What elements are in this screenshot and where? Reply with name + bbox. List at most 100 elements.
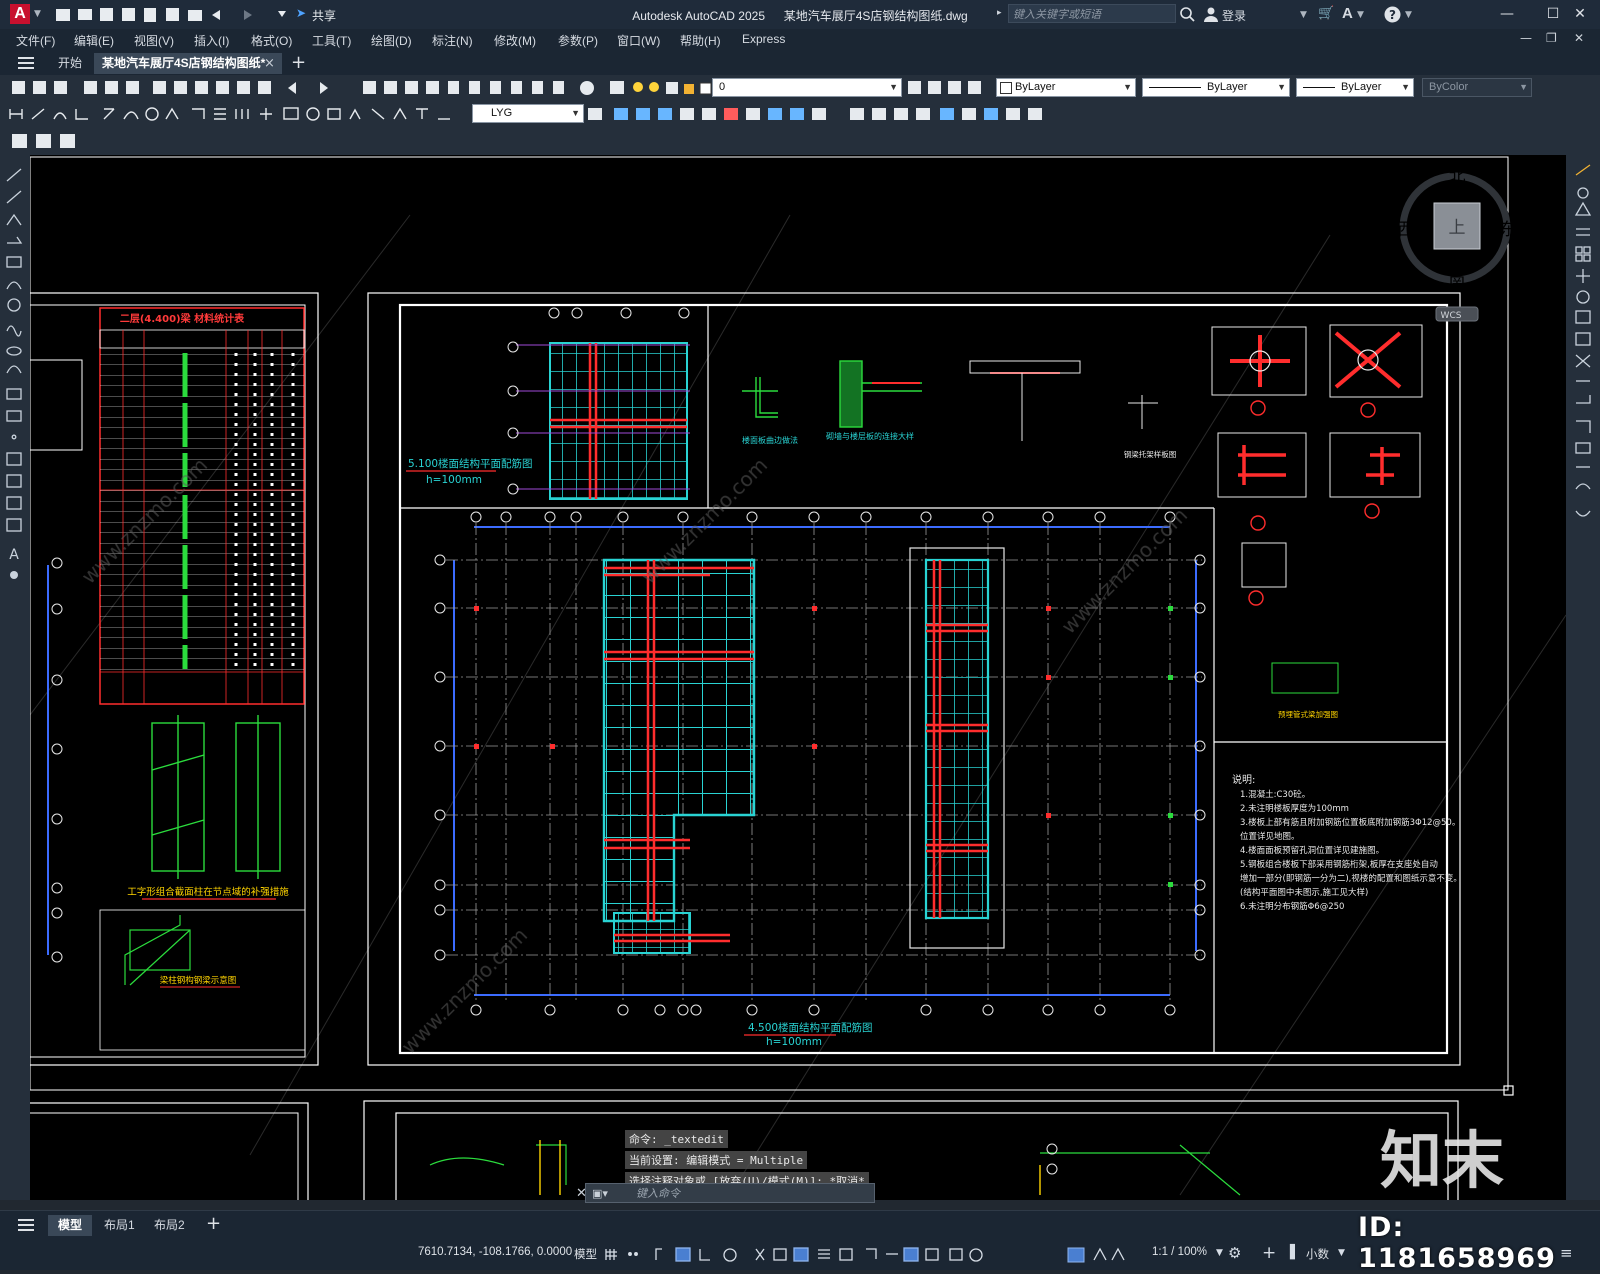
viewcube[interactable]: 上 北 南 西 东 WCS <box>1398 167 1517 322</box>
linetype-sample-icon <box>1149 87 1201 88</box>
drawing-canvas[interactable]: 二层(4.400)梁 材料统计表 工字形组合截面柱在节点域的补强措施 梁柱钢构钢… <box>30 155 1566 1200</box>
saveall-icon <box>166 8 179 21</box>
menu-dimension[interactable]: 标注(N) <box>432 32 473 49</box>
units-chevron-icon[interactable]: ▼ <box>1338 1248 1345 1258</box>
tab-layout2[interactable]: 布局2 <box>144 1215 195 1236</box>
tab-close-icon[interactable]: × <box>264 56 275 71</box>
note-line: 位置详见地图。 <box>1240 831 1300 842</box>
detail-title-1: 工字形组合截面柱在节点域的补强措施 <box>127 886 289 898</box>
viewcube-west: 西 <box>1398 220 1415 240</box>
dimension-toolbar-icons[interactable] <box>8 105 468 123</box>
login-label[interactable]: 登录 <box>1222 7 1246 24</box>
node-details: 预埋管式梁加强图 <box>1211 324 1423 719</box>
detail-label-a: 楼面板曲边做法 <box>742 435 798 445</box>
dimstyle-dropdown[interactable]: LYG ▼ <box>472 104 584 123</box>
menu-parametric[interactable]: 参数(P) <box>558 32 598 49</box>
search-input[interactable]: 键入关键字或短语 <box>1008 4 1176 23</box>
tab-start[interactable]: 开始 <box>50 53 90 74</box>
command-input[interactable]: ▣▾ 键入命令 <box>585 1183 875 1203</box>
linetype-value: ByLayer <box>1207 81 1248 93</box>
menu-window[interactable]: 窗口(W) <box>617 32 660 49</box>
drafting-toggles[interactable] <box>604 1246 1104 1263</box>
scale-chevron-icon[interactable]: ▼ <box>1216 1248 1223 1258</box>
tab-model[interactable]: 模型 <box>48 1215 93 1236</box>
add-layout-button[interactable]: + <box>206 1213 221 1234</box>
layer-state-icons[interactable] <box>906 79 982 97</box>
plotstyle-dropdown-chevron-icon: ▼ <box>1519 82 1528 92</box>
share-label[interactable]: 共享 <box>312 7 336 24</box>
menu-tools[interactable]: 工具(T) <box>312 32 351 49</box>
tab-layout1[interactable]: 布局1 <box>94 1215 145 1236</box>
annotation-scale-icons[interactable] <box>1066 1246 1126 1263</box>
autocad-logo-icon[interactable]: A <box>10 4 30 24</box>
menu-insert[interactable]: 插入(I) <box>194 32 229 49</box>
detail-label-b: 砌墙与楼层板的连接大样 <box>826 431 914 441</box>
quick-access-toolbar <box>56 8 286 22</box>
help-icon[interactable]: ? <box>1384 6 1401 23</box>
modify-tool-icons[interactable] <box>1574 163 1594 533</box>
menu-help[interactable]: 帮助(H) <box>680 32 721 49</box>
color-dropdown[interactable]: ByLayer ▼ <box>996 78 1136 97</box>
search-icon[interactable] <box>1180 7 1196 23</box>
minimize-button[interactable]: — <box>1484 0 1530 29</box>
brand-watermark: 知末 <box>1380 1124 1505 1197</box>
help-caret-icon[interactable]: ▼ <box>1405 10 1412 20</box>
annotation-monitor-icon[interactable]: + <box>1262 1243 1276 1263</box>
redo-icon <box>244 10 252 20</box>
units-dropdown[interactable]: 小数 <box>1306 1246 1329 1262</box>
hamburger-menu-icon[interactable] <box>18 57 34 69</box>
detail-title-2: 梁柱钢构钢梁示意图 <box>160 975 237 986</box>
doc-close-button[interactable]: ✕ <box>1574 31 1584 45</box>
publish-icon <box>144 8 156 22</box>
app-menu-caret-icon[interactable]: ▼ <box>34 9 41 19</box>
undo-icon <box>212 10 220 20</box>
lineweight-dropdown[interactable]: ByLayer ▼ <box>1296 78 1414 97</box>
model-space-toggle[interactable]: 模型 <box>574 1246 597 1262</box>
autodesk-a360-icon[interactable]: A <box>1342 5 1353 22</box>
linetype-dropdown[interactable]: ByLayer ▼ <box>1142 78 1290 97</box>
doc-restore-button[interactable]: ❐ <box>1546 31 1557 45</box>
menu-express[interactable]: Express <box>742 32 785 46</box>
annotation-scale-dropdown[interactable]: 1:1 / 100% <box>1152 1246 1207 1258</box>
draw-tool-icons[interactable]: A <box>4 165 26 585</box>
workspace-gear-icon[interactable]: ⚙ <box>1228 1244 1241 1262</box>
menu-modify[interactable]: 修改(M) <box>494 32 536 49</box>
menu-format[interactable]: 格式(O) <box>251 32 292 49</box>
tab-active-drawing[interactable]: 某地汽车展厅4S店钢结构图纸* <box>94 53 282 74</box>
sheet-lower-main <box>363 1100 1459 1200</box>
menu-edit[interactable]: 编辑(E) <box>74 32 114 49</box>
standard-toolbar-icons[interactable] <box>8 79 608 97</box>
svg-text:www.znzmo.com: www.znzmo.com <box>1057 503 1193 639</box>
plan-top-title: 5.100楼面结构平面配筋图 <box>408 457 533 470</box>
new-tab-button[interactable]: + <box>291 52 306 73</box>
plan-5100 <box>507 307 690 500</box>
doc-minimize-button[interactable]: — <box>1520 31 1532 45</box>
layer-tools-icons[interactable] <box>610 79 720 97</box>
plotstyle-dropdown[interactable]: ByColor ▼ <box>1422 78 1532 97</box>
new-icon <box>56 9 70 21</box>
modify-toolbar-icons[interactable] <box>588 105 1068 123</box>
cart-icon[interactable]: 🛒 <box>1318 6 1334 21</box>
menu-view[interactable]: 视图(V) <box>134 32 174 49</box>
a360-caret-icon[interactable]: ▼ <box>1357 10 1364 20</box>
user-icon[interactable] <box>1204 7 1218 22</box>
open-icon <box>78 9 92 20</box>
extra-toolbar-icons[interactable] <box>10 132 80 150</box>
layout-menu-icon[interactable] <box>18 1219 34 1231</box>
layer-dropdown[interactable]: 0 ▼ <box>712 78 902 97</box>
menu-draw[interactable]: 绘图(D) <box>371 32 412 49</box>
sheet-main-border <box>367 292 1461 1066</box>
id-watermark: ID: 1181658969 <box>1358 1212 1556 1274</box>
app-title: Autodesk AutoCAD 2025 <box>632 9 766 23</box>
note-line: 4.楼面面板预留孔洞位置详见建施图。 <box>1240 845 1384 856</box>
note-line: 2.未注明楼板厚度为100mm <box>1240 803 1349 814</box>
viewcube-face: 上 <box>1449 218 1466 238</box>
share-icon[interactable]: ➤ <box>296 6 306 20</box>
layer-dropdown-chevron-icon: ▼ <box>889 82 898 92</box>
close-window-button[interactable]: ✕ <box>1560 0 1600 29</box>
dimstyle-dropdown-chevron-icon: ▼ <box>571 108 580 118</box>
search-expand-icon[interactable]: ▸ <box>997 8 1002 18</box>
menu-file[interactable]: 文件(F) <box>16 32 55 49</box>
login-caret-icon[interactable]: ▼ <box>1300 10 1307 20</box>
coordinates-readout[interactable]: 7610.7134, -108.1766, 0.0000 <box>418 1246 572 1258</box>
